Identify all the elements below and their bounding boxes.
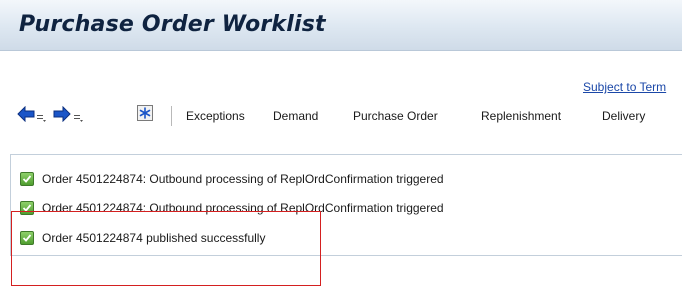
toolbar-delivery[interactable]: Delivery [602, 109, 645, 123]
message-text: Order 4501224874: Outbound processing of… [42, 172, 444, 186]
toolbar-separator [171, 106, 172, 126]
small-menu-icon[interactable] [74, 110, 84, 128]
arrow-right-icon[interactable] [53, 105, 71, 127]
asterisk-icon[interactable] [137, 105, 153, 126]
toolbar-purchase-order[interactable]: Purchase Order [353, 109, 438, 123]
toolbar-replenishment[interactable]: Replenishment [481, 109, 561, 123]
title-bar: Purchase Order Worklist [0, 0, 682, 51]
annotation-highlight-box [11, 211, 321, 286]
small-menu-icon[interactable] [37, 110, 47, 128]
toolbar-demand[interactable]: Demand [273, 109, 318, 123]
subject-to-terms-link[interactable]: Subject to Term [583, 80, 666, 94]
checkmark-icon [20, 172, 34, 186]
toolbar: Exceptions Demand Purchase Order Repleni… [14, 102, 682, 130]
page-title: Purchase Order Worklist [19, 12, 326, 37]
toolbar-exceptions[interactable]: Exceptions [186, 109, 245, 123]
arrow-left-icon[interactable] [17, 105, 35, 127]
